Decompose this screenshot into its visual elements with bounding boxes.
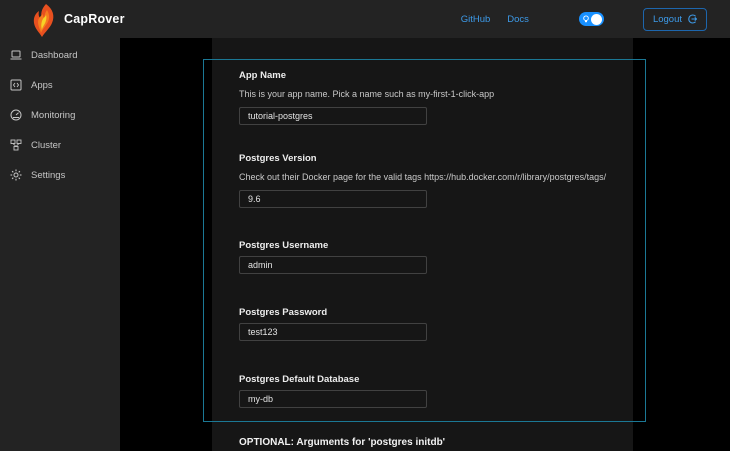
toggle-knob (591, 13, 603, 25)
sidebar-item-monitoring[interactable]: Monitoring (0, 100, 120, 130)
logout-label: Logout (652, 13, 682, 25)
field-postgres-default-database: Postgres Default Database (239, 374, 633, 408)
sidebar-item-label: Monitoring (31, 109, 76, 121)
postgres-password-input[interactable] (239, 323, 427, 341)
field-postgres-version: Postgres Version Check out their Docker … (239, 153, 633, 208)
sidebar-item-label: Settings (31, 169, 66, 181)
app-title: CapRover (64, 12, 125, 26)
sidebar-item-settings[interactable]: Settings (0, 160, 120, 190)
gear-icon (10, 169, 22, 181)
sidebar-item-dashboard[interactable]: Dashboard (0, 40, 120, 70)
docs-link[interactable]: Docs (507, 14, 529, 25)
field-label: App Name (239, 70, 286, 81)
field-label: Postgres Username (239, 240, 329, 251)
app-name-input[interactable] (239, 107, 427, 125)
header-actions: GitHub Docs Logout (461, 7, 730, 31)
field-app-name: App Name This is your app name. Pick a n… (239, 70, 633, 125)
cluster-icon (10, 139, 22, 151)
sidebar-item-label: Cluster (31, 139, 62, 151)
code-icon (10, 79, 22, 91)
field-description: This is your app name. Pick a name such … (239, 89, 495, 99)
brand[interactable]: CapRover (33, 1, 125, 37)
postgres-version-input[interactable] (239, 190, 427, 208)
field-postgres-username: Postgres Username (239, 240, 633, 274)
logout-button[interactable]: Logout (642, 7, 707, 31)
logout-icon (688, 14, 697, 24)
oneclick-app-form-card: App Name This is your app name. Pick a n… (212, 38, 633, 451)
dashboard-gauge-icon (10, 109, 22, 121)
postgres-default-database-input[interactable] (239, 390, 427, 408)
field-postgres-password: Postgres Password (239, 307, 633, 341)
sidebar-item-cluster[interactable]: Cluster (0, 130, 120, 160)
github-link[interactable]: GitHub (461, 14, 491, 25)
dark-mode-toggle[interactable] (578, 12, 604, 26)
bulb-icon (583, 15, 589, 23)
sidebar-item-label: Apps (31, 79, 53, 91)
main-content: App Name This is your app name. Pick a n… (120, 38, 730, 451)
caprover-flame-logo-icon (33, 4, 54, 37)
field-label: Postgres Version (239, 153, 317, 164)
optional-initdb-section-label: OPTIONAL: Arguments for 'postgres initdb… (239, 437, 446, 448)
sidebar-item-apps[interactable]: Apps (0, 70, 120, 100)
sidebar-item-label: Dashboard (31, 49, 78, 61)
field-description: Check out their Docker page for the vali… (239, 172, 607, 182)
top-header: CapRover GitHub Docs Logout (0, 0, 730, 38)
field-label: Postgres Password (239, 307, 328, 318)
postgres-username-input[interactable] (239, 256, 427, 274)
laptop-icon (10, 50, 22, 60)
field-label: Postgres Default Database (239, 374, 360, 385)
sidebar-nav: Dashboard Apps Monitoring Cluster Settin… (0, 38, 120, 451)
